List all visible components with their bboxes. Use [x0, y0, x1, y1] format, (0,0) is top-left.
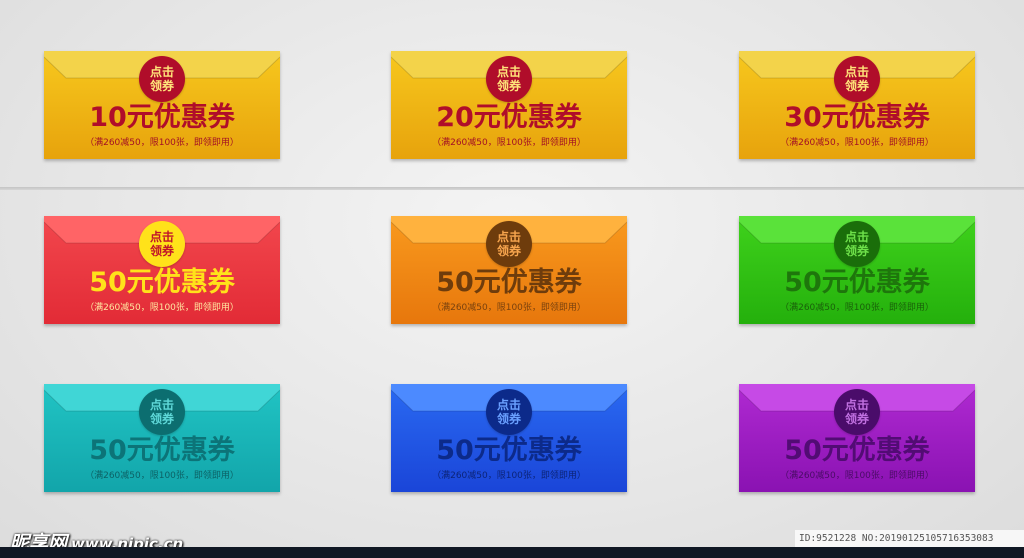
- coupon-amount: 10元优惠券: [89, 102, 235, 133]
- coupon-terms: （满260减50，限100张，即领即用）: [780, 303, 934, 313]
- coupon-terms: （满260减50，限100张，即领即用）: [780, 471, 934, 481]
- seal-text-line2: 领券: [844, 244, 869, 258]
- seal-text-line1: 点击: [844, 65, 869, 79]
- seal-text-line2: 领券: [149, 244, 174, 258]
- seal-text-line2: 领券: [844, 79, 869, 93]
- coupon-card-7[interactable]: 点击 领券 50元优惠券 （满260减50，限100张，即领即用）: [43, 384, 281, 492]
- coupon-terms: （满260减50，限100张，即领即用）: [432, 471, 586, 481]
- seal-text-line2: 领券: [496, 412, 521, 426]
- seal-text-line1: 点击: [149, 398, 174, 412]
- seal-text-line1: 点击: [496, 398, 521, 412]
- row-divider: [0, 187, 1024, 190]
- seal-text-line2: 领券: [149, 79, 174, 93]
- watermark-id: ID:9521228 NO:20190125105716353083: [795, 530, 1024, 547]
- claim-seal-button[interactable]: 点击 领券: [834, 389, 880, 435]
- coupon-amount: 30元优惠券: [784, 102, 930, 133]
- claim-seal-button[interactable]: 点击 领券: [139, 389, 185, 435]
- seal-text-line2: 领券: [149, 412, 174, 426]
- coupon-amount: 50元优惠券: [784, 435, 930, 466]
- seal-text-line1: 点击: [149, 230, 174, 244]
- claim-seal-button[interactable]: 点击 领券: [486, 56, 532, 102]
- coupon-terms: （满260减50，限100张，即领即用）: [85, 138, 239, 148]
- seal-text-line1: 点击: [496, 65, 521, 79]
- coupon-card-9[interactable]: 点击 领券 50元优惠券 （满260减50，限100张，即领即用）: [738, 384, 976, 492]
- claim-seal-button[interactable]: 点击 领券: [834, 221, 880, 267]
- coupon-terms: （满260减50，限100张，即领即用）: [85, 471, 239, 481]
- coupon-amount: 50元优惠券: [89, 267, 235, 298]
- coupon-card-1[interactable]: 点击 领券 10元优惠券 （满260减50，限100张，即领即用）: [43, 51, 281, 159]
- coupon-card-5[interactable]: 点击 领券 50元优惠券 （满260减50，限100张，即领即用）: [390, 216, 628, 324]
- claim-seal-button[interactable]: 点击 领券: [139, 221, 185, 267]
- seal-text-line2: 领券: [496, 79, 521, 93]
- coupon-card-4[interactable]: 点击 领券 50元优惠券 （满260减50，限100张，即领即用）: [43, 216, 281, 324]
- coupon-terms: （满260减50，限100张，即领即用）: [85, 303, 239, 313]
- coupon-terms: （满260减50，限100张，即领即用）: [432, 138, 586, 148]
- seal-text-line1: 点击: [844, 230, 869, 244]
- coupon-card-6[interactable]: 点击 领券 50元优惠券 （满260减50，限100张，即领即用）: [738, 216, 976, 324]
- claim-seal-button[interactable]: 点击 领券: [139, 56, 185, 102]
- bottom-cropped-bar: [0, 547, 1024, 558]
- coupon-card-8[interactable]: 点击 领券 50元优惠券 （满260减50，限100张，即领即用）: [390, 384, 628, 492]
- claim-seal-button[interactable]: 点击 领券: [486, 221, 532, 267]
- coupon-card-3[interactable]: 点击 领券 30元优惠券 （满260减50，限100张，即领即用）: [738, 51, 976, 159]
- seal-text-line2: 领券: [844, 412, 869, 426]
- claim-seal-button[interactable]: 点击 领券: [834, 56, 880, 102]
- claim-seal-button[interactable]: 点击 领券: [486, 389, 532, 435]
- coupon-terms: （满260减50，限100张，即领即用）: [780, 138, 934, 148]
- coupon-amount: 50元优惠券: [89, 435, 235, 466]
- coupon-terms: （满260减50，限100张，即领即用）: [432, 303, 586, 313]
- coupon-amount: 50元优惠券: [784, 267, 930, 298]
- seal-text-line1: 点击: [149, 65, 174, 79]
- coupon-card-2[interactable]: 点击 领券 20元优惠券 （满260减50，限100张，即领即用）: [390, 51, 628, 159]
- seal-text-line2: 领券: [496, 244, 521, 258]
- coupon-amount: 50元优惠券: [436, 267, 582, 298]
- seal-text-line1: 点击: [844, 398, 869, 412]
- coupon-amount: 50元优惠券: [436, 435, 582, 466]
- coupon-amount: 20元优惠券: [436, 102, 582, 133]
- seal-text-line1: 点击: [496, 230, 521, 244]
